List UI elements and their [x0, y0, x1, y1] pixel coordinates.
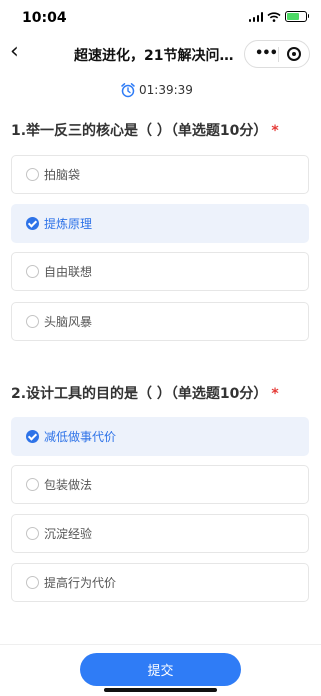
option-label: 提高行为代价 [44, 576, 117, 590]
option-label: 包装做法 [44, 478, 93, 492]
option-label: 头脑风暴 [44, 315, 93, 329]
option-label: 提炼原理 [44, 217, 93, 231]
q2-option-4[interactable]: 提高行为代价 [11, 563, 309, 602]
signal-icon [248, 11, 263, 22]
countdown-timer: 01:39:39 [120, 82, 193, 98]
q1-option-4[interactable]: 头脑风暴 [11, 302, 309, 341]
status-icons [248, 11, 309, 22]
option-label: 沉淀经验 [44, 527, 93, 541]
bottom-divider [0, 644, 321, 645]
close-target-icon[interactable] [287, 47, 301, 61]
radio-icon [26, 315, 39, 328]
nav-bar: ‹ 超速进化，21节解决问题的... ••• [0, 34, 321, 74]
home-indicator [104, 688, 217, 692]
required-mark: * [271, 123, 279, 139]
q2-option-2[interactable]: 包装做法 [11, 465, 309, 504]
question-1-title: 1.举一反三的核心是（ ）（单选题10分） * [11, 120, 279, 140]
q1-option-1[interactable]: 拍脑袋 [11, 155, 309, 194]
submit-button[interactable]: 提交 [80, 653, 241, 686]
timer-text: 01:39:39 [139, 83, 193, 97]
radio-icon [26, 168, 39, 181]
radio-checked-icon [26, 217, 39, 230]
status-bar: 10:04 [0, 0, 321, 34]
question-1-text: 1.举一反三的核心是（ ）（单选题10分） [11, 123, 268, 139]
option-label: 拍脑袋 [44, 168, 81, 182]
radio-icon [26, 478, 39, 491]
back-chevron-icon[interactable]: ‹ [10, 40, 19, 64]
option-label: 减低做事代价 [44, 430, 117, 444]
radio-icon [26, 527, 39, 540]
radio-checked-icon [26, 430, 39, 443]
question-2-title: 2.设计工具的目的是（ ）（单选题10分） * [11, 383, 279, 403]
alarm-clock-icon [121, 83, 135, 98]
question-2-text: 2.设计工具的目的是（ ）（单选题10分） [11, 386, 268, 402]
q2-option-3[interactable]: 沉淀经验 [11, 514, 309, 553]
mini-program-capsule: ••• [244, 40, 310, 68]
radio-icon [26, 576, 39, 589]
nav-title: 超速进化，21节解决问题的... [74, 48, 238, 64]
capsule-divider [278, 47, 279, 62]
required-mark: * [271, 386, 279, 402]
q1-option-3[interactable]: 自由联想 [11, 252, 309, 291]
battery-icon [285, 11, 309, 22]
status-time: 10:04 [22, 10, 67, 26]
option-label: 自由联想 [44, 265, 93, 279]
more-icon[interactable]: ••• [255, 47, 278, 61]
q2-option-1[interactable]: 减低做事代价 [11, 417, 309, 456]
q1-option-2[interactable]: 提炼原理 [11, 204, 309, 243]
radio-icon [26, 265, 39, 278]
wifi-icon [267, 11, 281, 22]
